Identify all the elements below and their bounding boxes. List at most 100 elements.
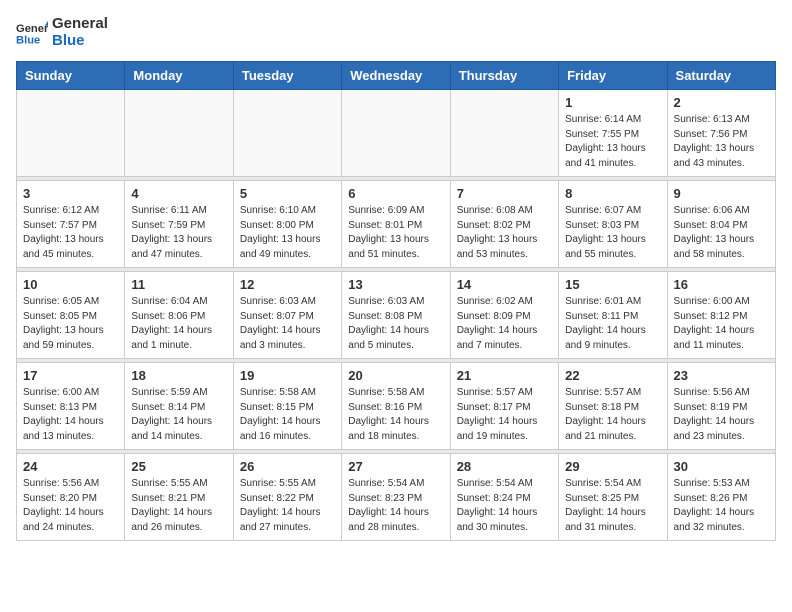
day-number: 20	[348, 368, 443, 383]
calendar-cell: 20 Sunrise: 5:58 AMSunset: 8:16 PMDayligh…	[342, 363, 450, 450]
calendar-cell: 30 Sunrise: 5:53 AMSunset: 8:26 PMDayligh…	[667, 454, 775, 541]
page: General Blue General Blue SundayMondayTu…	[0, 0, 792, 557]
day-number: 21	[457, 368, 552, 383]
day-info: Sunrise: 6:04 AMSunset: 8:06 PMDaylight:…	[131, 295, 226, 353]
day-number: 11	[131, 277, 226, 292]
day-number: 12	[240, 277, 335, 292]
calendar-cell: 5 Sunrise: 6:10 AMSunset: 8:00 PMDaylight…	[233, 181, 341, 268]
day-number: 26	[240, 459, 335, 474]
day-number: 28	[457, 459, 552, 474]
calendar-cell: 19 Sunrise: 5:58 AMSunset: 8:15 PMDayligh…	[233, 363, 341, 450]
day-number: 24	[23, 459, 118, 474]
day-info: Sunrise: 6:06 AMSunset: 8:04 PMDaylight:…	[674, 204, 769, 262]
day-number: 22	[565, 368, 660, 383]
calendar-cell: 13 Sunrise: 6:03 AMSunset: 8:08 PMDayligh…	[342, 272, 450, 359]
calendar-cell: 1Sunrise: 6:14 AMSunset: 7:55 PMDaylight…	[559, 90, 667, 177]
logo: General Blue General Blue	[16, 16, 108, 49]
calendar-cell: 7 Sunrise: 6:08 AMSunset: 8:02 PMDaylight…	[450, 181, 558, 268]
calendar-cell: 9 Sunrise: 6:06 AMSunset: 8:04 PMDaylight…	[667, 181, 775, 268]
calendar-cell: 8 Sunrise: 6:07 AMSunset: 8:03 PMDaylight…	[559, 181, 667, 268]
day-info: Sunrise: 5:57 AMSunset: 8:17 PMDaylight:…	[457, 386, 552, 444]
day-info: Sunrise: 6:00 AMSunset: 8:12 PMDaylight:…	[674, 295, 769, 353]
day-number: 27	[348, 459, 443, 474]
day-number: 14	[457, 277, 552, 292]
day-info: Sunrise: 6:00 AMSunset: 8:13 PMDaylight:…	[23, 386, 118, 444]
calendar-cell: 25 Sunrise: 5:55 AMSunset: 8:21 PMDayligh…	[125, 454, 233, 541]
svg-text:Blue: Blue	[16, 34, 40, 46]
calendar-cell: 22 Sunrise: 5:57 AMSunset: 8:18 PMDayligh…	[559, 363, 667, 450]
day-number: 7	[457, 186, 552, 201]
day-number: 2	[674, 95, 769, 110]
day-info: Sunrise: 6:12 AMSunset: 7:57 PMDaylight:…	[23, 204, 118, 262]
calendar-cell: 2 Sunrise: 6:13 AMSunset: 7:56 PMDaylight…	[667, 90, 775, 177]
day-info: Sunrise: 6:09 AMSunset: 8:01 PMDaylight:…	[348, 204, 443, 262]
day-info: Sunrise: 6:08 AMSunset: 8:02 PMDaylight:…	[457, 204, 552, 262]
calendar-day-header: Sunday	[17, 62, 125, 90]
day-number: 23	[674, 368, 769, 383]
day-info: Sunrise: 5:57 AMSunset: 8:18 PMDaylight:…	[565, 386, 660, 444]
day-info: Sunrise: 5:56 AMSunset: 8:19 PMDaylight:…	[674, 386, 769, 444]
day-number: 19	[240, 368, 335, 383]
day-info: Sunrise: 6:10 AMSunset: 8:00 PMDaylight:…	[240, 204, 335, 262]
day-info: Sunrise: 5:58 AMSunset: 8:16 PMDaylight:…	[348, 386, 443, 444]
logo-icon: General Blue	[16, 19, 48, 47]
calendar-cell	[450, 90, 558, 177]
calendar-day-header: Wednesday	[342, 62, 450, 90]
day-number: 8	[565, 186, 660, 201]
day-info: Sunrise: 6:14 AMSunset: 7:55 PMDaylight:…	[565, 113, 660, 171]
day-info: Sunrise: 6:13 AMSunset: 7:56 PMDaylight:…	[674, 113, 769, 171]
day-info: Sunrise: 6:05 AMSunset: 8:05 PMDaylight:…	[23, 295, 118, 353]
day-info: Sunrise: 5:54 AMSunset: 8:25 PMDaylight:…	[565, 477, 660, 535]
calendar-cell	[342, 90, 450, 177]
day-number: 18	[131, 368, 226, 383]
day-info: Sunrise: 5:55 AMSunset: 8:22 PMDaylight:…	[240, 477, 335, 535]
day-number: 4	[131, 186, 226, 201]
day-number: 30	[674, 459, 769, 474]
day-info: Sunrise: 6:03 AMSunset: 8:08 PMDaylight:…	[348, 295, 443, 353]
day-number: 10	[23, 277, 118, 292]
calendar-cell: 14Sunrise: 6:02 AMSunset: 8:09 PMDayligh…	[450, 272, 558, 359]
calendar-day-header: Saturday	[667, 62, 775, 90]
day-number: 16	[674, 277, 769, 292]
svg-text:General: General	[16, 23, 48, 35]
day-info: Sunrise: 5:59 AMSunset: 8:14 PMDaylight:…	[131, 386, 226, 444]
day-info: Sunrise: 5:56 AMSunset: 8:20 PMDaylight:…	[23, 477, 118, 535]
day-number: 15	[565, 277, 660, 292]
calendar-cell: 4 Sunrise: 6:11 AMSunset: 7:59 PMDaylight…	[125, 181, 233, 268]
calendar-cell: 29Sunrise: 5:54 AMSunset: 8:25 PMDayligh…	[559, 454, 667, 541]
calendar-cell: 21 Sunrise: 5:57 AMSunset: 8:17 PMDayligh…	[450, 363, 558, 450]
calendar-cell: 17Sunrise: 6:00 AMSunset: 8:13 PMDayligh…	[17, 363, 125, 450]
day-info: Sunrise: 5:53 AMSunset: 8:26 PMDaylight:…	[674, 477, 769, 535]
calendar-cell: 26 Sunrise: 5:55 AMSunset: 8:22 PMDayligh…	[233, 454, 341, 541]
day-number: 5	[240, 186, 335, 201]
calendar-cell: 23 Sunrise: 5:56 AMSunset: 8:19 PMDayligh…	[667, 363, 775, 450]
calendar-cell: 3Sunrise: 6:12 AMSunset: 7:57 PMDaylight…	[17, 181, 125, 268]
day-number: 13	[348, 277, 443, 292]
logo-blue: Blue	[52, 33, 108, 50]
calendar-week-row: 3Sunrise: 6:12 AMSunset: 7:57 PMDaylight…	[17, 181, 776, 268]
calendar-cell	[233, 90, 341, 177]
day-info: Sunrise: 5:55 AMSunset: 8:21 PMDaylight:…	[131, 477, 226, 535]
day-info: Sunrise: 5:54 AMSunset: 8:23 PMDaylight:…	[348, 477, 443, 535]
calendar-day-header: Tuesday	[233, 62, 341, 90]
calendar-cell: 12Sunrise: 6:03 AMSunset: 8:07 PMDayligh…	[233, 272, 341, 359]
day-info: Sunrise: 6:07 AMSunset: 8:03 PMDaylight:…	[565, 204, 660, 262]
day-number: 9	[674, 186, 769, 201]
day-info: Sunrise: 5:58 AMSunset: 8:15 PMDaylight:…	[240, 386, 335, 444]
calendar-cell	[17, 90, 125, 177]
day-number: 25	[131, 459, 226, 474]
calendar-day-header: Friday	[559, 62, 667, 90]
calendar: SundayMondayTuesdayWednesdayThursdayFrid…	[16, 61, 776, 541]
calendar-cell: 6 Sunrise: 6:09 AMSunset: 8:01 PMDaylight…	[342, 181, 450, 268]
day-info: Sunrise: 6:11 AMSunset: 7:59 PMDaylight:…	[131, 204, 226, 262]
header: General Blue General Blue	[16, 16, 776, 49]
calendar-cell: 11 Sunrise: 6:04 AMSunset: 8:06 PMDayligh…	[125, 272, 233, 359]
calendar-cell: 28Sunrise: 5:54 AMSunset: 8:24 PMDayligh…	[450, 454, 558, 541]
calendar-cell: 24 Sunrise: 5:56 AMSunset: 8:20 PMDayligh…	[17, 454, 125, 541]
day-number: 6	[348, 186, 443, 201]
calendar-day-header: Thursday	[450, 62, 558, 90]
logo-general: General	[52, 16, 108, 33]
calendar-cell: 16 Sunrise: 6:00 AMSunset: 8:12 PMDayligh…	[667, 272, 775, 359]
calendar-cell	[125, 90, 233, 177]
calendar-week-row: 17Sunrise: 6:00 AMSunset: 8:13 PMDayligh…	[17, 363, 776, 450]
